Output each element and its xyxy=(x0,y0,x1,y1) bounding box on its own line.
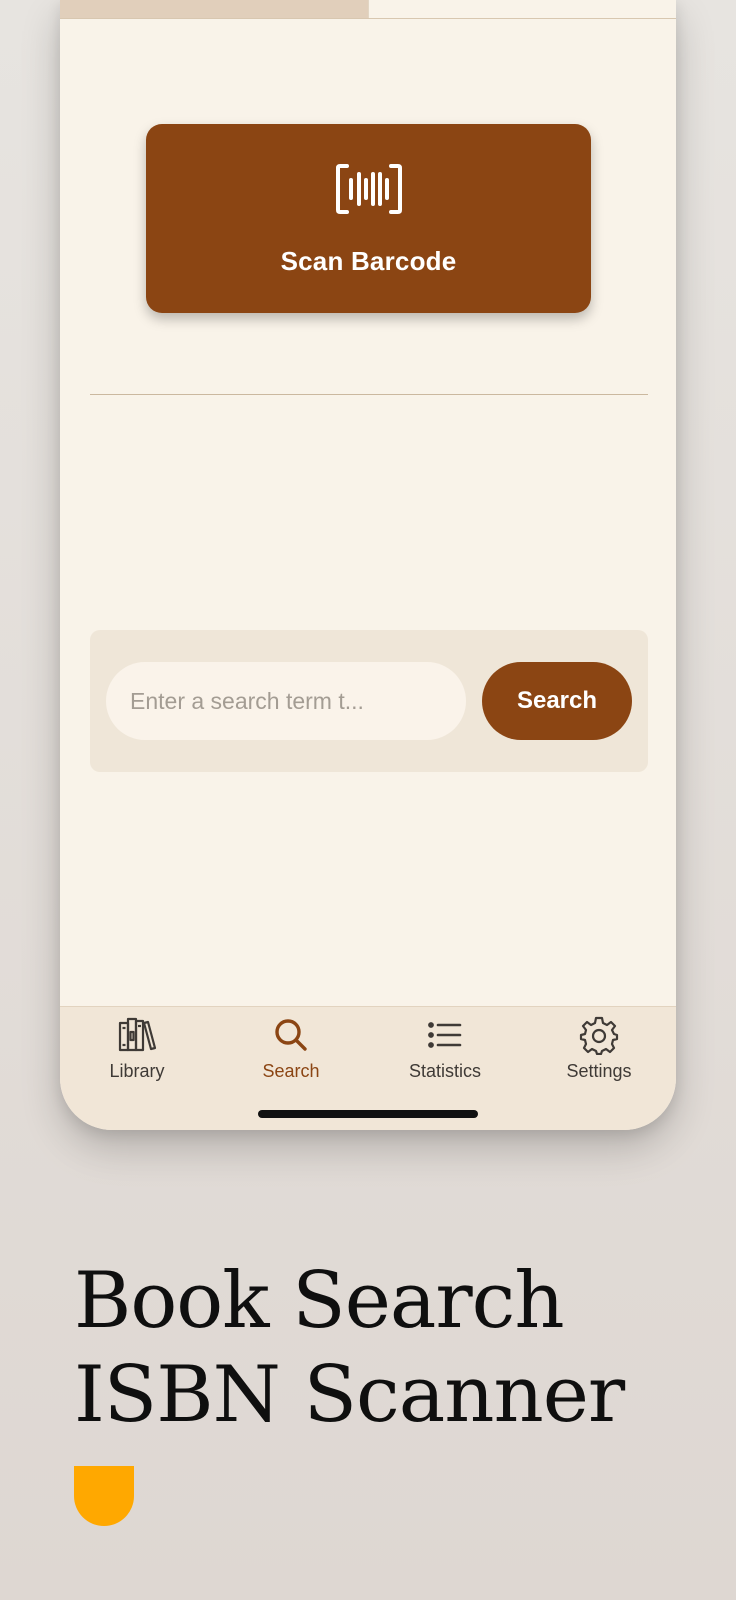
scan-barcode-button[interactable]: Scan Barcode xyxy=(146,124,591,313)
phone-frame: Scan Barcode Search Library xyxy=(60,0,676,1130)
tab-search[interactable]: Search xyxy=(214,1015,368,1095)
home-indicator xyxy=(258,1110,478,1118)
books-icon xyxy=(118,1017,157,1052)
tab-library[interactable]: Library xyxy=(60,1015,214,1095)
tab-statistics[interactable]: Statistics xyxy=(368,1015,522,1095)
barcode-scan-icon xyxy=(335,164,402,214)
app-headline: Book Search ISBN Scanner xyxy=(74,1254,625,1442)
headline-line-1: Book Search xyxy=(74,1256,565,1346)
tab-settings-label: Settings xyxy=(566,1061,632,1081)
tab-statistics-label: Statistics xyxy=(408,1061,482,1081)
segmented-control xyxy=(60,0,676,19)
headline-line-2: ISBN Scanner xyxy=(74,1350,625,1440)
segment-selected[interactable] xyxy=(60,0,368,18)
search-input[interactable] xyxy=(106,662,466,740)
search-button[interactable]: Search xyxy=(482,662,632,740)
tab-library-label: Library xyxy=(109,1061,165,1081)
magnifier-icon xyxy=(275,1019,307,1051)
tab-settings[interactable]: Settings xyxy=(522,1015,676,1095)
section-divider xyxy=(90,394,648,395)
brand-logo-icon xyxy=(74,1466,134,1526)
scan-barcode-label: Scan Barcode xyxy=(280,246,457,276)
search-panel: Search xyxy=(90,630,648,772)
list-icon xyxy=(428,1022,462,1048)
segment-unselected[interactable] xyxy=(367,0,676,18)
tab-search-label: Search xyxy=(262,1061,320,1081)
gear-icon xyxy=(579,1016,619,1055)
